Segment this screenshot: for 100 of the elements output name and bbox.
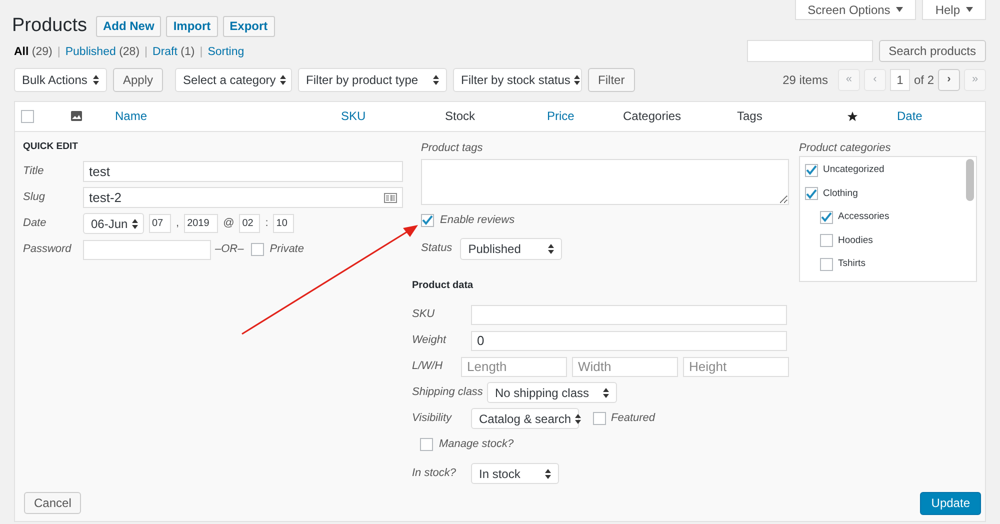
view-link[interactable]: Draft (1)	[152, 44, 195, 62]
image-icon	[71, 111, 82, 121]
header-button[interactable]: Import	[166, 16, 218, 37]
star-icon	[847, 110, 858, 122]
field-label: Product tags	[421, 140, 484, 152]
contact-card-icon	[384, 192, 397, 202]
password-field[interactable]	[83, 240, 211, 260]
shipping-class-select[interactable]: No shipping class	[486, 382, 617, 403]
dimension-field[interactable]: Height	[683, 356, 789, 376]
updown-arrows-icon	[602, 388, 609, 398]
view-link[interactable]: All (29)	[14, 44, 52, 62]
hour-field[interactable]: 02	[239, 214, 260, 233]
search-field[interactable]	[746, 40, 873, 62]
field-label: Date	[23, 216, 48, 232]
title-field[interactable]: test	[83, 161, 403, 182]
featured-checkbox[interactable]	[593, 412, 606, 425]
at-text: @	[223, 216, 234, 232]
updown-arrows-icon	[575, 414, 582, 424]
updown-arrows-icon	[545, 468, 551, 478]
page-button[interactable]: ›	[938, 68, 960, 90]
tags-textarea[interactable]	[421, 158, 789, 204]
sku-field[interactable]	[471, 304, 787, 324]
stock-status-select[interactable]: Filter by stock status	[453, 68, 582, 92]
filter-button[interactable]: Filter	[588, 68, 635, 92]
section-heading: Product data	[412, 278, 474, 292]
view-link[interactable]: Sorting	[208, 44, 244, 62]
field-label: Private	[270, 242, 304, 258]
update-button[interactable]: Update	[920, 492, 981, 514]
category-label: Accessories	[838, 210, 890, 224]
year-field[interactable]: 2019	[184, 214, 218, 233]
field-label: Shipping class	[412, 385, 483, 400]
field-label: Visibility	[412, 411, 453, 426]
scrollbar[interactable]	[966, 158, 974, 200]
minute-field[interactable]: 10	[273, 214, 294, 233]
select-all-checkbox[interactable]	[21, 110, 34, 122]
column-header[interactable]: Name	[115, 107, 148, 125]
separator-text: |	[57, 45, 60, 60]
category-checkbox[interactable]	[820, 258, 833, 271]
field-label: Product categories	[799, 140, 892, 152]
page-total: of 2	[914, 72, 934, 88]
field-label: –OR–	[215, 242, 244, 258]
field-label: SKU	[412, 307, 436, 322]
category-label: Clothing	[823, 186, 858, 201]
column-header: Categories	[623, 108, 682, 125]
month-select[interactable]: 06-Jun	[83, 213, 144, 234]
category-label: Tshirts	[838, 257, 866, 272]
updown-arrows-icon	[574, 74, 580, 84]
field-label: In stock?	[412, 466, 458, 482]
cancel-button[interactable]: Cancel	[24, 492, 82, 514]
status-select[interactable]: Published	[460, 238, 562, 260]
category-label: Hoodies	[838, 234, 873, 248]
field-label: Featured	[611, 411, 656, 426]
caret-icon	[966, 7, 973, 12]
category-checkbox[interactable]	[820, 234, 833, 248]
column-header: Tags	[737, 108, 762, 125]
field-label: Manage stock?	[439, 437, 514, 452]
comma-text: ,	[176, 216, 180, 232]
category-label: Uncategorized	[823, 163, 884, 178]
product-type-select[interactable]: Filter by product type	[298, 68, 448, 92]
column-header[interactable]: SKU	[341, 107, 366, 125]
in-stock-select[interactable]: In stock	[471, 463, 559, 484]
screen-tab[interactable]: Help	[922, 0, 986, 20]
private-checkbox[interactable]	[250, 243, 264, 256]
field-label: L/W/H	[412, 359, 444, 374]
field-label: Title	[23, 164, 45, 180]
weight-field[interactable]: 0	[471, 330, 787, 350]
reviews-checkbox[interactable]	[421, 214, 434, 226]
category-select[interactable]: Select a category	[175, 68, 292, 92]
header-button[interactable]: Export	[222, 16, 275, 37]
separator-text: |	[144, 45, 148, 60]
separator-text: |	[200, 45, 203, 60]
field-label: Weight	[412, 333, 448, 348]
column-header: Stock	[445, 108, 476, 125]
caret-icon	[896, 7, 904, 12]
dimension-field[interactable]: Length	[461, 356, 567, 376]
category-checkbox[interactable]	[805, 164, 818, 177]
column-header[interactable]: Date	[897, 107, 922, 125]
item-count: 29 items	[782, 72, 828, 88]
category-checkbox[interactable]	[820, 210, 833, 224]
category-checkbox[interactable]	[805, 187, 818, 200]
section-heading: QUICK EDIT	[23, 140, 79, 152]
screen-tab[interactable]: Screen Options	[794, 0, 916, 20]
view-link[interactable]: Published (28)	[65, 44, 140, 62]
search-button[interactable]: Search products	[878, 40, 986, 62]
dimension-field[interactable]: Width	[572, 356, 678, 376]
header-button[interactable]: Add New	[96, 16, 162, 37]
manage-stock-checkbox[interactable]	[420, 438, 433, 451]
updown-arrows-icon	[132, 218, 138, 228]
updown-arrows-icon	[280, 74, 286, 84]
column-header[interactable]: Price	[547, 107, 574, 125]
visibility-select[interactable]: Catalog & search	[471, 408, 579, 429]
field-label: Password	[23, 242, 72, 258]
updown-arrows-icon	[548, 244, 554, 254]
field-label: Enable reviews	[440, 212, 515, 228]
slug-field[interactable]: test-2	[83, 187, 403, 208]
day-field[interactable]: 07	[149, 214, 171, 233]
apply-button[interactable]: Apply	[113, 68, 164, 92]
updown-arrows-icon	[433, 74, 440, 84]
bulk-actions-select[interactable]: Bulk Actions	[14, 68, 107, 92]
current-page[interactable]: 1	[890, 68, 910, 90]
